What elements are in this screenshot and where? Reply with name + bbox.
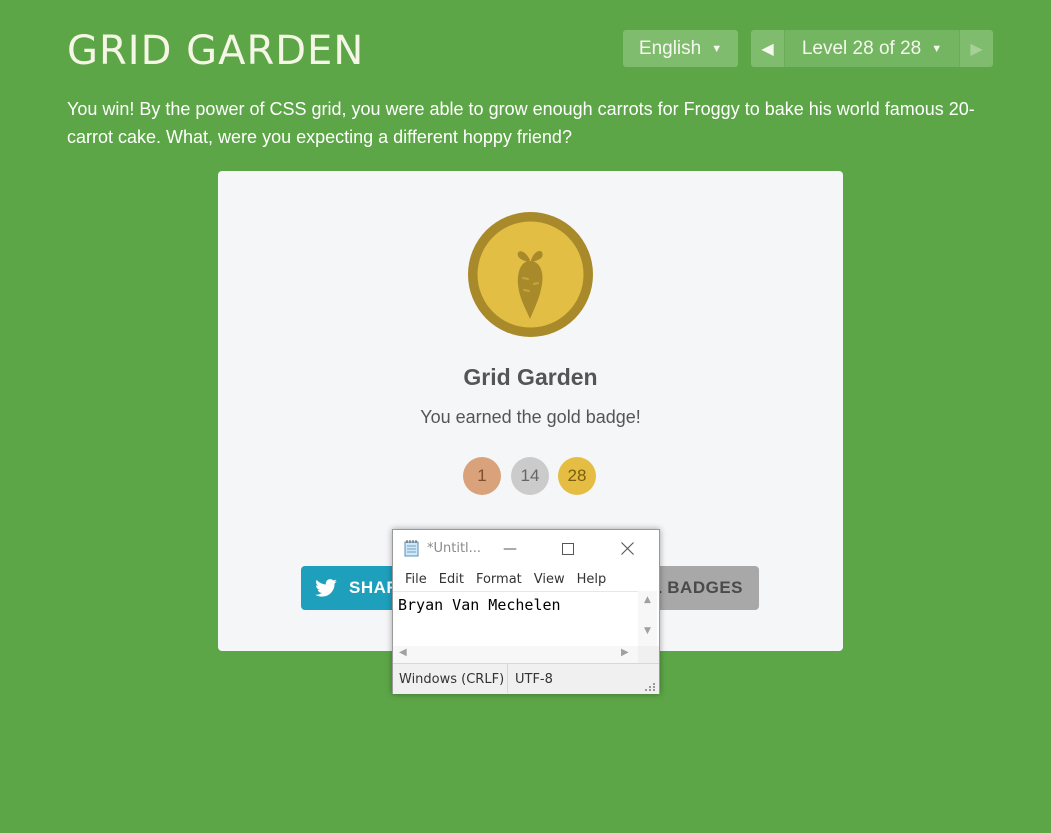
vertical-scrollbar[interactable]: ▲ ▼ [638, 591, 657, 646]
menu-view[interactable]: View [528, 572, 571, 587]
language-select[interactable]: English ▼ [623, 30, 738, 67]
bronze-level-badge: 1 [463, 457, 501, 495]
language-label: English [638, 37, 702, 59]
scroll-down-icon[interactable]: ▼ [638, 626, 657, 636]
scroll-right-icon[interactable]: ▶ [621, 647, 629, 658]
scroll-up-icon[interactable]: ▲ [638, 595, 657, 605]
level-navigation: ◀ Level 28 of 28 ▼ ▶ [751, 30, 993, 67]
menu-format[interactable]: Format [470, 572, 528, 587]
scrollbar-corner [638, 646, 659, 663]
scroll-left-icon[interactable]: ◀ [399, 647, 407, 658]
previous-level-arrow-icon[interactable]: ◀ [751, 30, 784, 67]
notepad-icon [404, 540, 419, 557]
twitter-bird-icon [315, 579, 337, 597]
horizontal-scrollbar[interactable]: ◀ ▶ [393, 646, 638, 663]
win-message: You win! By the power of CSS grid, you w… [67, 99, 975, 147]
menu-file[interactable]: File [399, 572, 433, 587]
notepad-window: *Untitl... — File Edit Format View Help … [392, 529, 660, 694]
badge-message: You earned the gold badge! [420, 407, 641, 427]
page-title: GRID GARDEN [67, 28, 365, 74]
notepad-text-area[interactable]: Bryan Van Mechelen [393, 591, 638, 646]
caret-down-icon: ▼ [711, 42, 723, 55]
next-level-arrow-icon[interactable]: ▶ [960, 30, 993, 67]
carrot-medal-icon [468, 212, 593, 337]
status-divider [507, 664, 508, 693]
view-all-badges-button[interactable]: VIEW ALL BADGES [648, 566, 759, 610]
notepad-statusbar: Windows (CRLF) UTF-8 [393, 663, 659, 694]
notepad-titlebar[interactable]: *Untitl... — [393, 530, 659, 567]
silver-level-badge: 14 [511, 457, 549, 495]
level-indicator-dropdown[interactable]: Level 28 of 28 ▼ [784, 30, 960, 67]
resize-grip-icon[interactable] [645, 683, 655, 691]
gold-level-badge: 28 [558, 457, 596, 495]
menu-help[interactable]: Help [571, 572, 613, 587]
minimize-icon[interactable]: — [481, 530, 539, 567]
caret-down-icon: ▼ [931, 42, 943, 55]
notepad-menubar: File Edit Format View Help [393, 567, 659, 591]
level-indicator-label: Level 28 of 28 [801, 37, 922, 59]
maximize-icon[interactable] [539, 530, 597, 567]
line-ending-status: Windows (CRLF) [399, 672, 505, 687]
encoding-status: UTF-8 [515, 672, 553, 687]
notepad-title: *Untitl... [427, 541, 482, 556]
menu-edit[interactable]: Edit [433, 572, 470, 587]
badge-title: Grid Garden [463, 364, 598, 390]
close-icon[interactable] [598, 530, 656, 567]
badge-levels: 1 14 28 [463, 457, 598, 495]
